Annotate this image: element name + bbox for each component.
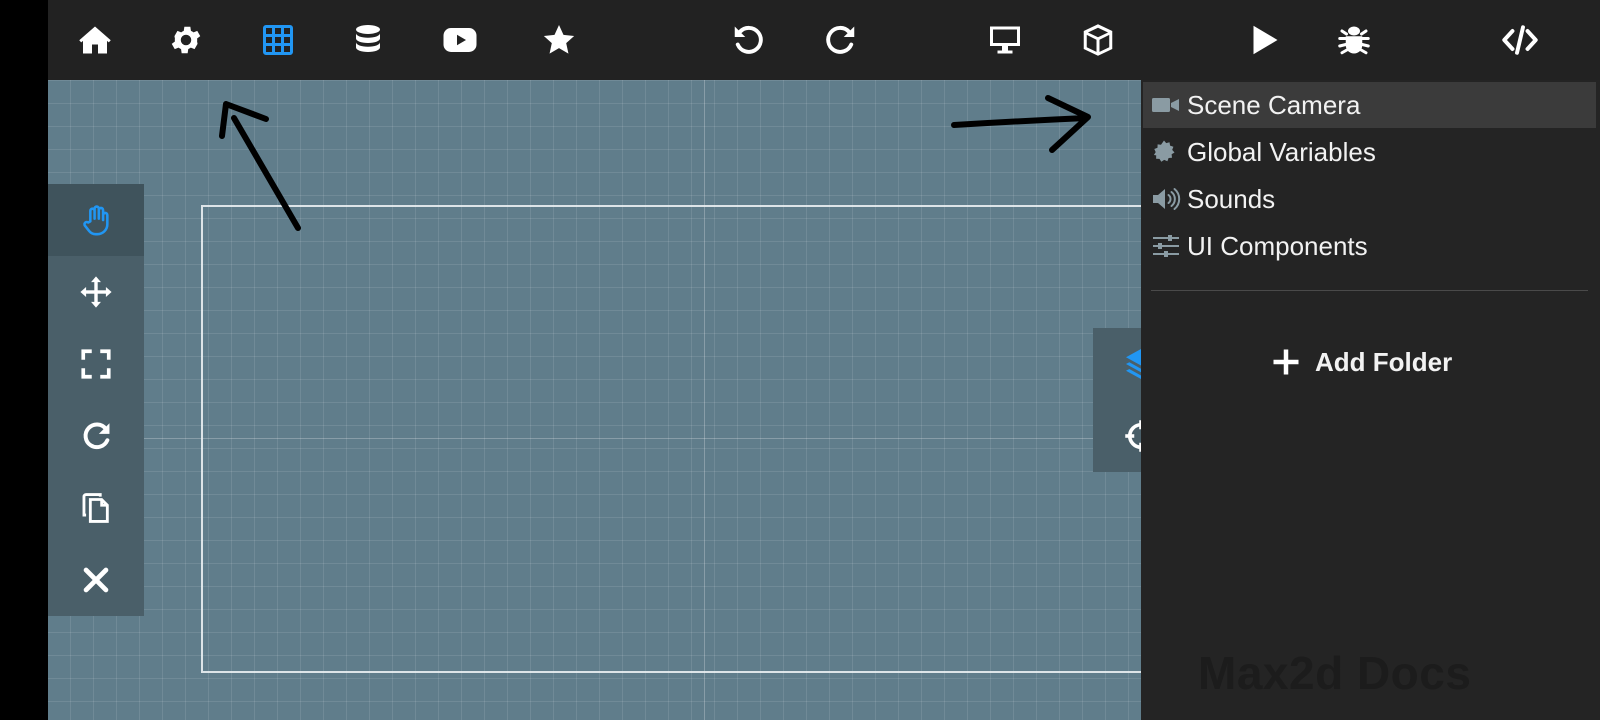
home-button[interactable]: [75, 20, 115, 60]
undo-button[interactable]: [729, 20, 769, 60]
redo-icon: [826, 26, 855, 54]
database-button[interactable]: [348, 20, 388, 60]
hierarchy-item-label: Global Variables: [1187, 136, 1376, 167]
grid-icon: [263, 25, 293, 55]
settings-button[interactable]: [166, 20, 206, 60]
star-icon: [543, 25, 575, 54]
redo-button[interactable]: [820, 20, 860, 60]
hierarchy-item-global-variables[interactable]: Global Variables: [1143, 129, 1596, 175]
code-editor-button[interactable]: [1500, 20, 1540, 60]
hierarchy-item-label: Scene Camera: [1187, 89, 1361, 120]
database-icon: [356, 25, 380, 52]
grid-toggle-button[interactable]: [258, 20, 298, 60]
hierarchy-item-scene-camera[interactable]: Scene Camera: [1143, 82, 1596, 128]
left-tool-panel: [48, 184, 144, 616]
scale-tool-button[interactable]: [48, 328, 144, 400]
scene-canvas[interactable]: [48, 80, 1141, 720]
monitor-icon: [990, 26, 1020, 54]
add-folder-button[interactable]: Add Folder: [1271, 338, 1452, 386]
duplicate-tool-button[interactable]: [48, 472, 144, 544]
bug-icon: [1338, 26, 1370, 55]
play-button[interactable]: [1244, 20, 1284, 60]
plus-icon: [1273, 349, 1299, 375]
editor-app: Scene Camera Global Variables Sounds UI …: [48, 0, 1600, 720]
youtube-icon: [443, 28, 477, 52]
scene-bounds: [201, 205, 1141, 673]
assets-button[interactable]: [1078, 20, 1118, 60]
cube-icon: [1083, 24, 1113, 56]
preview-screen-button[interactable]: [985, 20, 1025, 60]
delete-icon: [83, 567, 109, 593]
delete-tool-button[interactable]: [48, 544, 144, 616]
panel-divider: [1151, 290, 1588, 291]
move-tool-button[interactable]: [48, 256, 144, 328]
favorites-button[interactable]: [539, 20, 579, 60]
move-icon: [80, 276, 112, 308]
debug-button[interactable]: [1334, 20, 1374, 60]
badge-icon: [1151, 139, 1181, 165]
youtube-button[interactable]: [440, 20, 480, 60]
speaker-icon: [1151, 186, 1181, 212]
rotate-icon: [83, 422, 110, 450]
home-icon: [79, 26, 111, 54]
hierarchy-item-label: UI Components: [1187, 230, 1368, 261]
hand-icon: [83, 205, 109, 236]
hierarchy-item-ui-components[interactable]: UI Components: [1143, 223, 1596, 269]
watermark: Max2d Docs: [1198, 647, 1472, 699]
play-icon: [1253, 25, 1278, 55]
sliders-icon: [1151, 233, 1181, 259]
hierarchy-panel: Scene Camera Global Variables Sounds UI …: [1141, 80, 1600, 720]
rotate-tool-button[interactable]: [48, 400, 144, 472]
undo-icon: [734, 26, 763, 54]
video-camera-icon: [1151, 92, 1181, 118]
scale-icon: [81, 349, 111, 379]
hierarchy-item-sounds[interactable]: Sounds: [1143, 176, 1596, 222]
add-folder-label: Add Folder: [1315, 346, 1453, 377]
hierarchy-item-label: Sounds: [1187, 183, 1276, 214]
hand-tool-button[interactable]: [48, 184, 144, 256]
code-icon: [1502, 25, 1538, 55]
top-toolbar: [48, 0, 1600, 80]
copy-icon: [82, 493, 109, 523]
settings-icon: [171, 26, 201, 54]
